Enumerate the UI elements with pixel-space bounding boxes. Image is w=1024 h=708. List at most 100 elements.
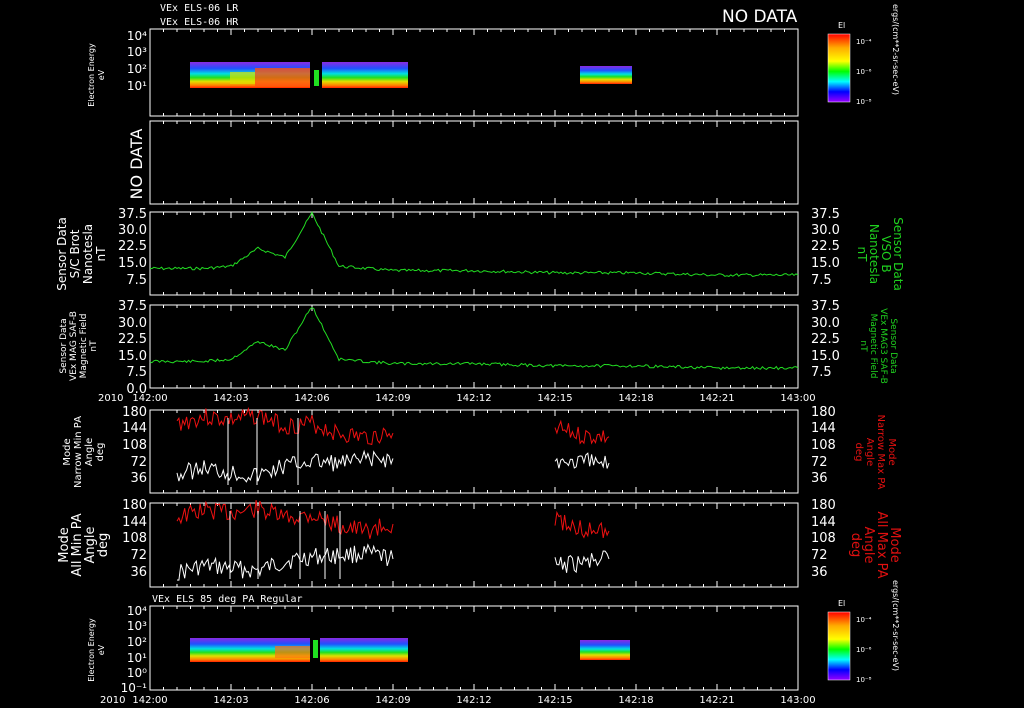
panel-4-left-label: Sensor Data VEx MAG SAF-B Magnetic Field… xyxy=(59,311,99,381)
p6-right-3: deg xyxy=(848,533,863,558)
p4-right-1: VEx MAG3 SAF-B xyxy=(878,308,888,384)
p4-right-2: Magnetic Field xyxy=(868,314,878,379)
series-sc-brot-line xyxy=(149,211,799,278)
time-tick-1-6: 142:18 xyxy=(618,695,653,706)
colorbar-top-title: El xyxy=(838,21,845,30)
p7-tick-4: 10⁰ xyxy=(127,666,147,680)
p5-tick-0: 180 xyxy=(122,405,147,420)
p1-tick-1: 10³ xyxy=(127,45,147,59)
time-tick-0-8: 143:00 xyxy=(780,393,815,404)
no-data-header: NO DATA xyxy=(722,7,798,27)
series-narrow-min-pa-line-seg-b xyxy=(554,452,610,469)
p4-tick-3: 15.0 xyxy=(118,349,147,364)
p5-rtick-3: 72 xyxy=(811,455,828,470)
colorbar-top-tick-2: 10⁻⁸ xyxy=(856,98,872,106)
p4-left-1: VEx MAG SAF-B xyxy=(69,311,79,381)
p7-tick-2: 10² xyxy=(127,635,147,649)
p4-rtick-3: 15.0 xyxy=(811,349,840,364)
time-tick-1-0: 142:00 xyxy=(132,695,167,706)
p6-tick-0: 180 xyxy=(122,498,147,513)
p5-right-3: deg xyxy=(853,443,864,462)
p6-rtick-0: 180 xyxy=(811,498,836,513)
p6-tick-4: 36 xyxy=(130,565,147,580)
data-lines xyxy=(149,29,799,690)
panel-4-frame xyxy=(149,304,799,389)
p4-tick-2: 22.5 xyxy=(118,332,147,347)
p6-rtick-2: 108 xyxy=(811,531,836,546)
p5-right-0: Mode xyxy=(886,438,897,465)
p3-tick-2: 22.5 xyxy=(118,239,147,254)
p3-tick-4: 7.5 xyxy=(126,273,147,288)
panel-3-left-label: Sensor Data S/C Brot Nanotesla nT xyxy=(55,217,108,291)
p4-left-3: nT xyxy=(89,340,99,352)
spec1-block-b xyxy=(580,66,632,84)
series-all-max-pa-line-seg-b xyxy=(554,510,610,539)
p4-rtick-0: 37.5 xyxy=(811,299,840,314)
spec1-hot-a xyxy=(255,68,310,86)
colorbar-top-unit: ergs/(cm**2-sr-sec-eV) xyxy=(891,4,900,95)
p4-right-3: nT xyxy=(858,340,868,352)
p4-rtick-4: 7.5 xyxy=(811,365,832,380)
colorbar-bottom-tick-1: 10⁻⁶ xyxy=(856,646,872,654)
series-mag-safb-line xyxy=(149,306,799,371)
p5-tick-2: 108 xyxy=(122,438,147,453)
year-label-mid: 2010 xyxy=(98,393,123,404)
p3-left-1: S/C Brot xyxy=(68,229,82,278)
p7-ylabel-1: Electron Energy xyxy=(87,618,96,682)
panel-3-right-label: Sensor Data VSO B Nanotesla nT xyxy=(855,217,905,291)
p5-tick-1: 144 xyxy=(122,421,147,436)
time-tick-0-7: 142:21 xyxy=(699,393,734,404)
colorbar-bottom-title: El xyxy=(838,599,845,608)
p5-rtick-4: 36 xyxy=(811,471,828,486)
p7-title: VEx ELS 85 deg PA Regular xyxy=(152,594,303,605)
chart-figure: VEx ELS-06 LR VEx ELS-06 HR NO DATA 10⁴ … xyxy=(55,3,905,706)
p7-tick-5: 10⁻¹ xyxy=(121,681,148,695)
spec1-hot-b xyxy=(230,72,255,84)
p5-left-2: Angle xyxy=(84,438,95,466)
colorbar-bottom: El 10⁻⁴ 10⁻⁶ 10⁻⁸ ergs/(cm**2-sr-sec-eV) xyxy=(827,580,900,684)
colorbar-bottom-unit: ergs/(cm**2-sr-sec-eV) xyxy=(891,580,900,671)
time-axis-mid: 142:00 142:03 142:06 142:09 142:12 142:15 142:… xyxy=(132,393,815,404)
p4-rtick-1: 30.0 xyxy=(811,316,840,331)
p3-rtick-3: 15.0 xyxy=(811,256,840,271)
panel-3-frame xyxy=(149,211,799,296)
p4-right-0: Sensor Data xyxy=(888,318,898,373)
p4-left-0: Sensor Data xyxy=(59,318,69,373)
colorbar-top-gradient xyxy=(827,33,851,103)
p3-left-3: nT xyxy=(94,246,108,262)
panel-4-yticks: 37.5 30.0 22.5 15.0 7.5 0.0 37.5 30.0 22… xyxy=(118,299,840,397)
series-narrow-min-pa-line-seg-a xyxy=(176,449,394,483)
colorbar-bottom-gradient xyxy=(827,611,851,681)
p6-tick-2: 108 xyxy=(122,531,147,546)
p1-ylabel-1: Electron Energy xyxy=(87,43,96,107)
panel-4-right-label: Sensor Data VEx MAG3 SAF-B Magnetic Fiel… xyxy=(858,308,898,384)
spec7-spike xyxy=(313,640,318,658)
year-label-bottom: 2010 xyxy=(100,695,125,706)
p5-left-3: deg xyxy=(95,443,106,462)
p3-tick-0: 37.5 xyxy=(118,207,147,222)
p3-rtick-4: 7.5 xyxy=(811,273,832,288)
p2-no-data: NO DATA xyxy=(127,129,146,200)
colorbar-top-tick-0: 10⁻⁴ xyxy=(856,38,872,46)
series-all-min-pa-line-seg-b xyxy=(554,550,610,574)
time-tick-0-3: 142:09 xyxy=(375,393,410,404)
panel-7-yticks: 10⁴ 10³ 10² 10¹ 10⁰ 10⁻¹ xyxy=(121,604,148,695)
colorbar-bottom-tick-2: 10⁻⁸ xyxy=(856,676,872,684)
time-tick-1-2: 142:06 xyxy=(294,695,329,706)
spec7-block-b xyxy=(580,640,630,660)
panel-5-yticks: 180 144 108 72 36 180 144 108 72 36 xyxy=(122,405,836,486)
spec7-hot-a xyxy=(275,646,310,658)
panel-6-frame xyxy=(149,502,799,588)
p7-tick-3: 10¹ xyxy=(127,651,147,665)
p3-left-2: Nanotesla xyxy=(81,224,95,284)
p4-tick-4: 7.5 xyxy=(126,365,147,380)
panel-2-frame xyxy=(149,120,799,205)
panel-6-right-label: Mode All Max PA Angle deg xyxy=(848,511,902,578)
p6-rtick-4: 36 xyxy=(811,565,828,580)
p7-tick-1: 10³ xyxy=(127,619,147,633)
p3-left-0: Sensor Data xyxy=(55,217,69,291)
p6-tick-1: 144 xyxy=(122,515,147,530)
p1-ylabel-2: eV xyxy=(97,69,106,80)
spectrogram-7 xyxy=(190,638,630,662)
time-tick-0-6: 142:18 xyxy=(618,393,653,404)
